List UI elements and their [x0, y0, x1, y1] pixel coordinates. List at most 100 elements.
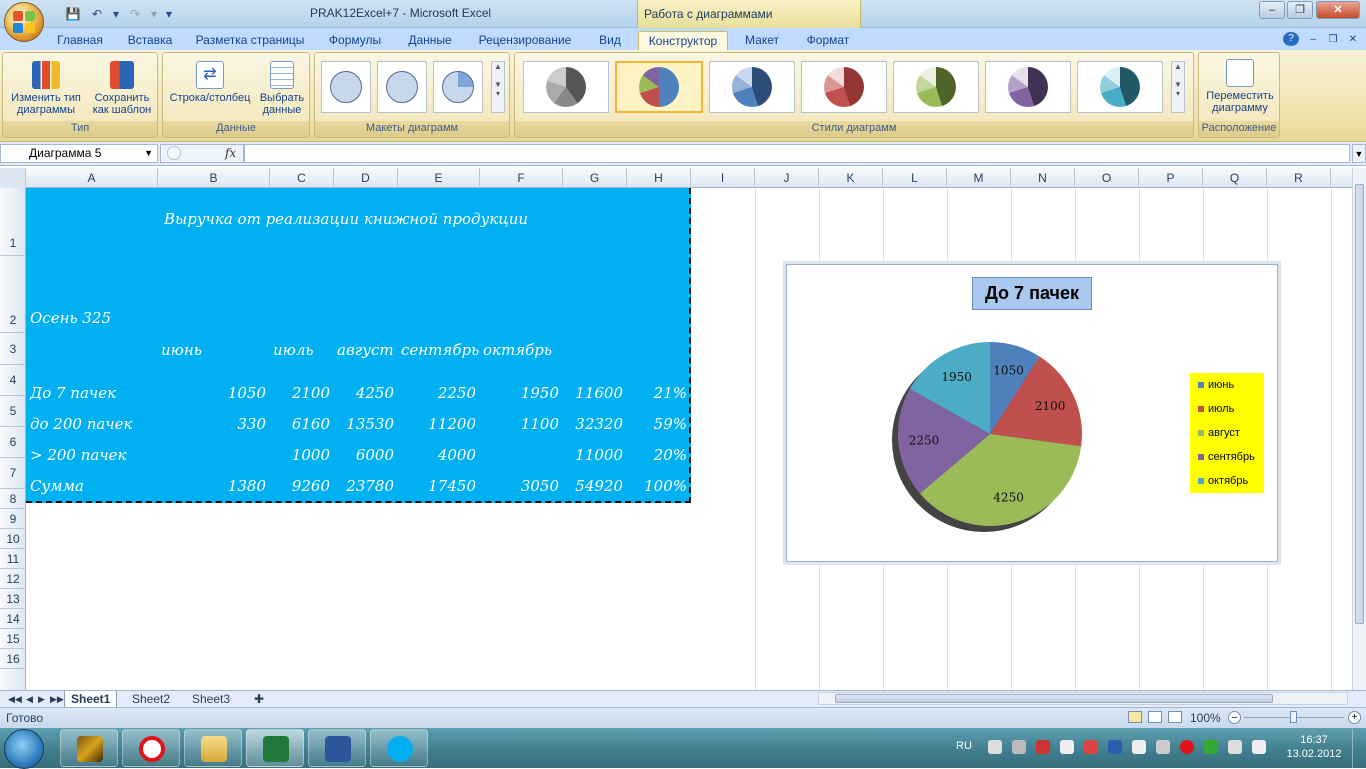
- chart-layout-2[interactable]: [377, 61, 427, 113]
- language-indicator[interactable]: RU: [956, 740, 972, 752]
- expand-formula-bar-icon[interactable]: ▼: [1352, 144, 1366, 163]
- month-header[interactable]: август: [337, 341, 394, 359]
- month-header[interactable]: июнь: [161, 341, 202, 359]
- minimize-button[interactable]: –: [1259, 1, 1285, 19]
- pie-data-label[interactable]: 2250: [909, 433, 940, 447]
- switch-row-column-button[interactable]: ⇄ Строка/столбец: [165, 57, 255, 104]
- tab-data[interactable]: Данные: [400, 31, 460, 50]
- row-header[interactable]: 9: [0, 509, 26, 529]
- chart-layout-3[interactable]: [433, 61, 483, 113]
- select-data-button[interactable]: Выбрать данные: [255, 57, 309, 116]
- column-header[interactable]: Q: [1203, 168, 1267, 188]
- cell[interactable]: 20%: [627, 446, 687, 464]
- horizontal-scroll-thumb[interactable]: [835, 694, 1273, 703]
- column-header[interactable]: G: [563, 168, 627, 188]
- zoom-in-icon[interactable]: +: [1348, 711, 1361, 724]
- row-header[interactable]: 1: [0, 188, 26, 256]
- vertical-scroll-thumb[interactable]: [1355, 184, 1364, 624]
- column-header[interactable]: E: [398, 168, 480, 188]
- row-header[interactable]: 11: [0, 549, 26, 569]
- cell[interactable]: 2250: [398, 384, 476, 402]
- chart-style-3[interactable]: [709, 61, 795, 113]
- cell[interactable]: 330: [158, 415, 266, 433]
- chart-legend[interactable]: июнь июль август сентябрь октябрь: [1190, 373, 1264, 493]
- cell[interactable]: 13530: [334, 415, 394, 433]
- chart-title[interactable]: До 7 пачек: [972, 277, 1092, 310]
- cell[interactable]: 32320: [563, 415, 623, 433]
- taskbar-app-excel[interactable]: [246, 729, 304, 767]
- tray-app-icon[interactable]: [1132, 740, 1146, 754]
- month-header[interactable]: июль: [273, 341, 314, 359]
- row-header[interactable]: 6: [0, 427, 26, 458]
- vertical-scrollbar[interactable]: [1352, 168, 1366, 690]
- cell[interactable]: 3050: [480, 477, 559, 495]
- row-label[interactable]: До 7 пачек: [30, 384, 116, 402]
- cell[interactable]: 6160: [270, 415, 330, 433]
- row-header[interactable]: 8: [0, 489, 26, 509]
- tab-layout[interactable]: Макет: [734, 31, 790, 50]
- cell[interactable]: 4000: [398, 446, 476, 464]
- tab-format[interactable]: Формат: [796, 31, 860, 50]
- tray-app-icon[interactable]: [988, 740, 1002, 754]
- tab-design[interactable]: Конструктор: [638, 31, 728, 50]
- bluetooth-icon[interactable]: [1108, 740, 1122, 754]
- move-chart-button[interactable]: Переместить диаграмму: [1201, 57, 1279, 114]
- taskbar-app-explorer[interactable]: [184, 729, 242, 767]
- start-button[interactable]: [4, 729, 44, 769]
- tab-formulas[interactable]: Формулы: [320, 31, 390, 50]
- column-header[interactable]: N: [1011, 168, 1075, 188]
- cell[interactable]: 2100: [270, 384, 330, 402]
- zoom-slider-thumb[interactable]: [1290, 711, 1297, 723]
- tab-review[interactable]: Рецензирование: [470, 31, 580, 50]
- chart-style-1[interactable]: [523, 61, 609, 113]
- redo-icon[interactable]: ↷: [126, 6, 144, 22]
- tray-app-icon[interactable]: [1156, 740, 1170, 754]
- chart-style-2[interactable]: [615, 61, 703, 113]
- tab-home[interactable]: Главная: [50, 31, 110, 50]
- tray-app-icon[interactable]: [1204, 740, 1218, 754]
- cell[interactable]: 59%: [627, 415, 687, 433]
- save-as-template-button[interactable]: Сохранить как шаблон: [87, 57, 157, 116]
- change-chart-type-button[interactable]: Изменить тип диаграммы: [7, 57, 85, 116]
- cell[interactable]: 54920: [563, 477, 623, 495]
- cell[interactable]: 6000: [334, 446, 394, 464]
- row-label[interactable]: > 200 пачек: [30, 446, 127, 464]
- row-header[interactable]: 16: [0, 649, 26, 669]
- column-header[interactable]: I: [691, 168, 755, 188]
- chart-style-4[interactable]: [801, 61, 887, 113]
- row-header[interactable]: 14: [0, 609, 26, 629]
- help-icon[interactable]: ?: [1283, 32, 1299, 46]
- zoom-out-icon[interactable]: –: [1228, 711, 1241, 724]
- cell[interactable]: 1950: [480, 384, 559, 402]
- column-header[interactable]: H: [627, 168, 691, 188]
- pie-data-label[interactable]: 1050: [993, 363, 1024, 377]
- chart-style-7[interactable]: [1077, 61, 1163, 113]
- pie-data-label[interactable]: 1950: [941, 370, 972, 384]
- tray-app-icon[interactable]: [1012, 740, 1026, 754]
- cell[interactable]: 1380: [158, 477, 266, 495]
- doc-restore-icon[interactable]: ❐: [1326, 31, 1340, 50]
- cell[interactable]: 11000: [563, 446, 623, 464]
- column-header[interactable]: O: [1075, 168, 1139, 188]
- column-header[interactable]: L: [883, 168, 947, 188]
- volume-icon[interactable]: [1252, 740, 1266, 754]
- formula-input[interactable]: [244, 144, 1350, 163]
- insert-sheet-icon[interactable]: ✚: [248, 691, 270, 708]
- tray-app-icon[interactable]: [1060, 740, 1074, 754]
- row-header[interactable]: 3: [0, 333, 26, 365]
- normal-view-icon[interactable]: [1128, 711, 1142, 723]
- row-header[interactable]: 10: [0, 529, 26, 549]
- show-desktop-button[interactable]: [1352, 729, 1366, 768]
- sheet-subtitle[interactable]: Осень 325: [30, 309, 111, 327]
- column-header[interactable]: J: [755, 168, 819, 188]
- taskbar-app-skype[interactable]: [370, 729, 428, 767]
- name-box[interactable]: Диаграмма 5 ▼: [0, 144, 158, 163]
- data-range[interactable]: Выручка от реализации книжной продукции …: [26, 188, 691, 503]
- name-box-dropdown-icon[interactable]: ▼: [144, 145, 153, 162]
- cell[interactable]: 1100: [480, 415, 559, 433]
- month-header[interactable]: октябрь: [483, 341, 552, 359]
- tab-insert[interactable]: Вставка: [120, 31, 180, 50]
- taskbar-app-word[interactable]: [308, 729, 366, 767]
- horizontal-scrollbar[interactable]: [818, 692, 1348, 705]
- clock[interactable]: 16:37 13.02.2012: [1284, 733, 1344, 761]
